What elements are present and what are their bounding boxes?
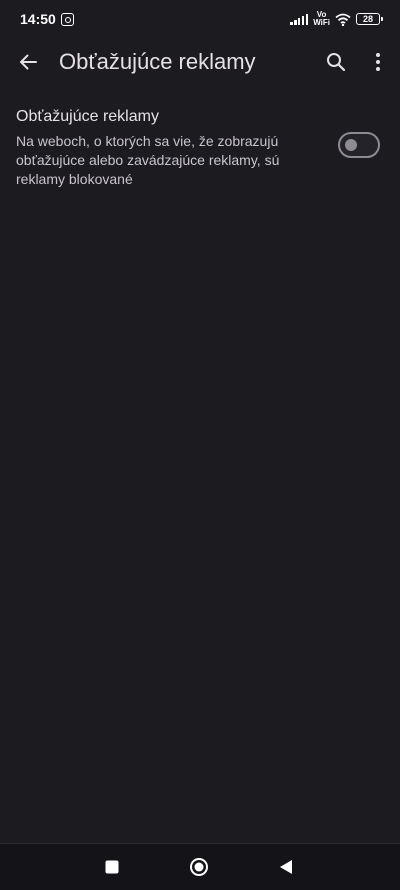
setting-row-intrusive-ads[interactable]: Obťažujúce reklamy Na weboch, o ktorých … <box>0 100 400 190</box>
status-icons: Vo WiFi 28 <box>290 10 383 28</box>
top-app-bar: Obťažujúce reklamy <box>0 38 400 86</box>
vowifi-line-2: WiFi <box>313 18 330 27</box>
navigation-bar <box>0 843 400 890</box>
status-bar: 14:50 Vo WiFi 28 <box>0 0 400 38</box>
wifi-icon <box>335 13 351 26</box>
more-vert-icon <box>376 53 380 71</box>
battery-level: 28 <box>362 14 373 24</box>
back-button[interactable] <box>14 48 42 76</box>
recents-square-icon <box>105 860 119 874</box>
home-circle-icon <box>190 858 208 876</box>
recents-button[interactable] <box>100 855 124 879</box>
nav-back-button[interactable] <box>274 855 298 879</box>
instagram-icon <box>61 13 74 26</box>
signal-icon <box>290 13 309 25</box>
back-arrow-icon <box>20 54 37 70</box>
setting-summary: Na weboch, o ktorých sa vie, že zobrazuj… <box>16 133 280 187</box>
more-options-button[interactable] <box>366 48 390 76</box>
status-time: 14:50 <box>20 11 56 27</box>
back-triangle-icon <box>280 860 292 874</box>
battery-icon: 28 <box>356 13 383 25</box>
vowifi-label: Vo WiFi <box>313 11 330 27</box>
intrusive-ads-toggle[interactable] <box>338 132 380 158</box>
page-title: Obťažujúce reklamy <box>59 49 256 74</box>
search-icon <box>327 53 346 72</box>
setting-title: Obťažujúce reklamy <box>16 108 159 125</box>
home-button[interactable] <box>187 855 211 879</box>
search-button[interactable] <box>322 48 350 76</box>
toggle-knob <box>345 139 357 151</box>
